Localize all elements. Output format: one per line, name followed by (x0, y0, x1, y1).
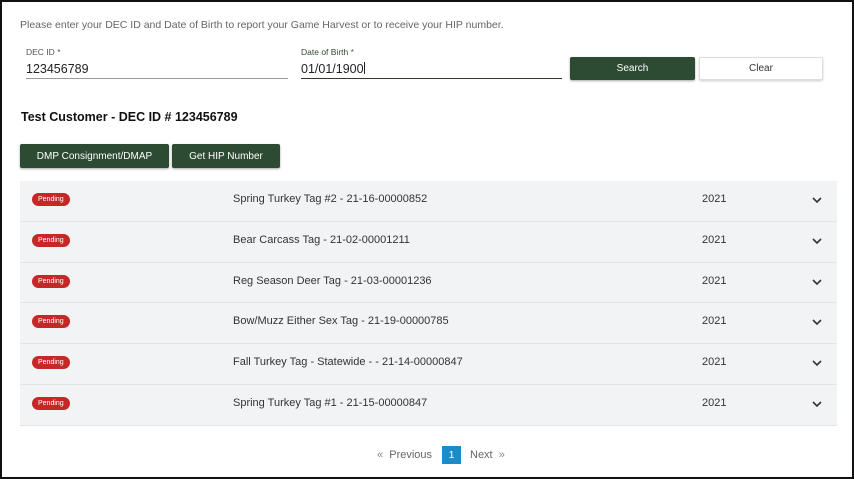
dec-id-field: DEC ID * 123456789 (26, 47, 288, 79)
pending-badge: Pending (32, 315, 70, 329)
tag-row[interactable]: Pending Bow/Muzz Either Sex Tag - 21-19-… (20, 303, 837, 345)
pending-badge: Pending (32, 396, 70, 410)
tag-name: Bear Carcass Tag - 21-02-00001211 (233, 233, 410, 246)
page-number-current[interactable]: 1 (442, 446, 461, 464)
dmp-consignment-button[interactable]: DMP Consignment/DMAP (20, 144, 169, 168)
tag-name: Bow/Muzz Either Sex Tag - 21-19-00000785 (233, 315, 449, 328)
previous-page-link[interactable]: « Previous (377, 449, 432, 461)
tag-row[interactable]: Pending Bear Carcass Tag - 21-02-0000121… (20, 221, 837, 263)
search-button[interactable]: Search (570, 57, 695, 80)
chevron-down-icon[interactable] (810, 397, 824, 411)
chevron-down-icon[interactable] (810, 193, 824, 207)
tag-year: 2021 (702, 193, 727, 205)
tag-year: 2021 (702, 274, 727, 287)
intro-text: Please enter your DEC ID and Date of Bir… (20, 19, 504, 31)
chevron-down-icon[interactable] (810, 234, 824, 248)
tag-name: Fall Turkey Tag - Statewide - - 21-14-00… (233, 356, 463, 369)
tag-list: Pending Spring Turkey Tag #2 - 21-16-000… (20, 181, 837, 426)
tag-year: 2021 (702, 233, 727, 246)
tag-name: Reg Season Deer Tag - 21-03-00001236 (233, 274, 432, 287)
pending-badge: Pending (32, 193, 70, 206)
dob-field: Date of Birth * 01/01/1900 (301, 47, 562, 79)
dec-id-input[interactable]: 123456789 (26, 57, 288, 79)
tag-row[interactable]: Pending Spring Turkey Tag #2 - 21-16-000… (20, 181, 837, 222)
pending-badge: Pending (32, 233, 70, 247)
app-frame: Please enter your DEC ID and Date of Bir… (0, 0, 854, 479)
dob-label: Date of Birth * (301, 47, 354, 57)
tag-year: 2021 (702, 315, 727, 328)
clear-button[interactable]: Clear (699, 57, 823, 80)
customer-heading: Test Customer - DEC ID # 123456789 (21, 110, 238, 124)
text-cursor (363, 62, 365, 74)
tag-row[interactable]: Pending Reg Season Deer Tag - 21-03-0000… (20, 262, 837, 304)
tag-year: 2021 (702, 356, 727, 369)
chevron-down-icon[interactable] (810, 356, 824, 370)
tag-row[interactable]: Pending Fall Turkey Tag - Statewide - - … (20, 344, 837, 385)
dob-input[interactable]: 01/01/1900 (301, 57, 562, 79)
tag-name: Spring Turkey Tag #1 - 21-15-00000847 (233, 396, 428, 409)
tag-name: Spring Turkey Tag #2 - 21-16-00000852 (233, 193, 428, 205)
tag-row[interactable]: Pending Spring Turkey Tag #1 - 21-15-000… (20, 384, 837, 426)
dec-id-label: DEC ID * (26, 47, 61, 57)
chevron-down-icon[interactable] (810, 275, 824, 289)
pending-badge: Pending (32, 274, 70, 288)
pagination: « Previous 1 Next » (2, 446, 854, 464)
pending-badge: Pending (32, 356, 70, 370)
tag-year: 2021 (702, 396, 727, 409)
chevron-down-icon[interactable] (810, 315, 824, 329)
get-hip-number-button[interactable]: Get HIP Number (172, 144, 280, 168)
next-page-link[interactable]: Next » (470, 449, 505, 461)
